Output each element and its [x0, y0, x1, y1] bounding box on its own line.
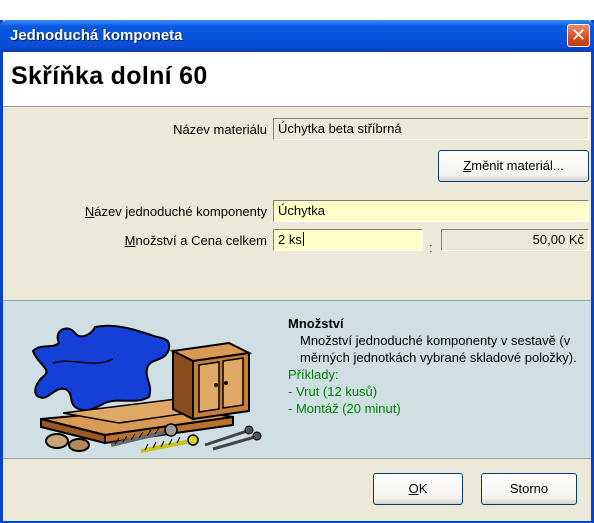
ok-label: K [418, 481, 428, 496]
material-field: Úchytka beta stříbrná [273, 118, 589, 140]
ok-access-key: O [408, 481, 419, 496]
close-icon: ✕ [570, 25, 587, 45]
header-panel: Skříňka dolní 60 [3, 52, 591, 107]
quantity-input[interactable]: 2 ks [273, 229, 423, 251]
change-material-label: měnit materiál... [471, 158, 564, 173]
top-background [0, 0, 594, 20]
text-cursor [302, 232, 304, 246]
cancel-button[interactable]: Storno [481, 473, 577, 505]
puzzle-furniture-tools-illustration-icon [31, 324, 262, 453]
quantity-label-text: nožství a Cena celkem [135, 233, 267, 248]
help-examples-title: Příklady: [288, 367, 339, 382]
dialog-window: Jednoduchá komponeta ✕ Skříňka dolní 60 … [0, 20, 594, 523]
help-text: Množství Množství jednoduché komponenty … [288, 315, 588, 417]
component-name-label-text: ázev jednoduché komponenty [94, 204, 267, 219]
change-material-button[interactable]: Změnit materiál... [438, 150, 589, 182]
total-price-field: 50,00 Kč [441, 229, 589, 251]
help-description: Množství jednoduché komponenty v sestavě… [300, 333, 577, 365]
component-name-input[interactable]: Úchytka [273, 200, 589, 222]
help-heading: Množství [288, 316, 344, 331]
close-button[interactable]: ✕ [567, 24, 590, 47]
help-panel: Množství Množství jednoduché komponenty … [3, 300, 591, 459]
field-separator: : [429, 240, 433, 255]
page-title: Skříňka dolní 60 [11, 62, 208, 90]
button-bar: OK Storno [3, 458, 591, 521]
material-label: Název materiálu [173, 122, 267, 137]
component-name-label: Název jednoduché komponenty [13, 204, 267, 219]
ok-button[interactable]: OK [373, 473, 463, 505]
quantity-access-key: M [124, 233, 136, 248]
help-example-2: - Montáž (20 minut) [288, 401, 401, 416]
quantity-value: 2 ks [278, 232, 302, 247]
quantity-label: Množství a Cena celkem [63, 233, 267, 248]
window-title: Jednoduchá komponeta [10, 27, 183, 44]
title-bar[interactable]: Jednoduchá komponeta ✕ [0, 20, 594, 52]
component-name-access-key: N [84, 204, 95, 219]
help-example-1: - Vrut (12 kusů) [288, 384, 378, 399]
